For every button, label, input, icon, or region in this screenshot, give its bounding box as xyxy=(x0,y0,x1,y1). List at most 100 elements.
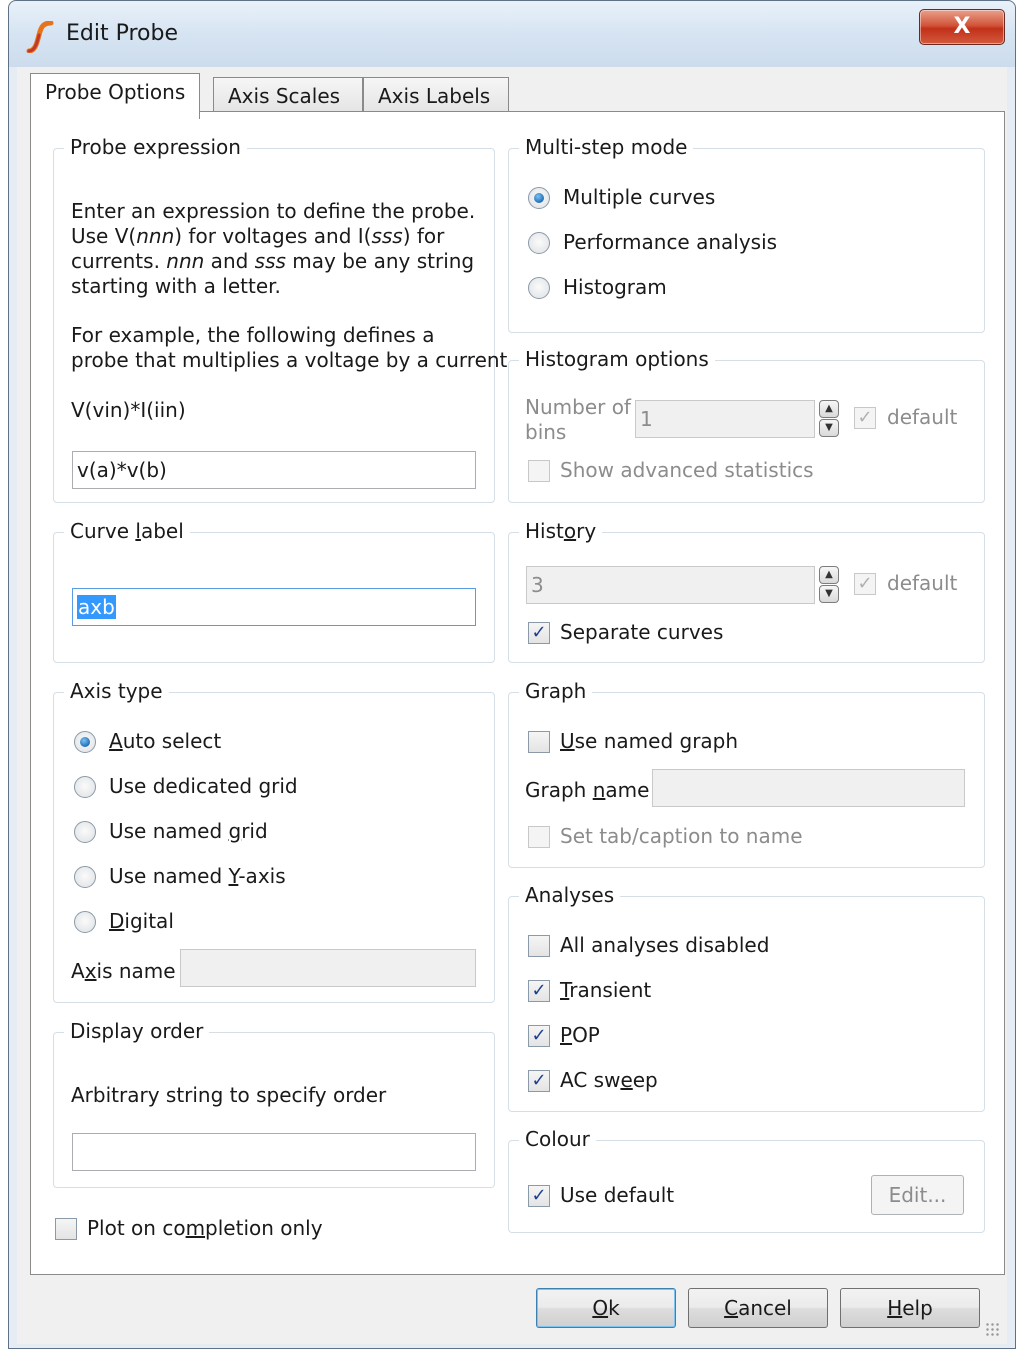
tab-axis-labels[interactable]: Axis Labels xyxy=(363,77,509,115)
probe-example-line2: probe that multiplies a voltage by a cur… xyxy=(71,348,508,372)
axis-auto-select-label: Auto select xyxy=(109,729,222,753)
history-legend: History xyxy=(519,519,603,543)
close-icon: X xyxy=(953,14,971,39)
plot-on-completion-label: Plot on completion only xyxy=(87,1216,323,1240)
simetrix-logo-icon xyxy=(26,21,54,53)
histogram-label: Histogram xyxy=(563,275,667,299)
history-input[interactable]: 3 xyxy=(526,566,815,604)
performance-analysis-label: Performance analysis xyxy=(563,230,778,254)
axis-name-label: Axis name xyxy=(71,959,176,983)
edit-colour-button[interactable]: Edit... xyxy=(871,1175,964,1215)
axis-named-grid-label: Use named grid xyxy=(109,819,268,843)
bins-spinner[interactable]: ▲ ▼ xyxy=(819,400,839,438)
axis-auto-select-radio[interactable] xyxy=(74,731,96,753)
all-analyses-disabled-label: All analyses disabled xyxy=(560,933,770,957)
tab-probe-options[interactable]: Probe Options xyxy=(30,73,201,119)
history-default-label: default xyxy=(887,571,958,595)
dialog-client: Probe Options Axis Scales Axis Labels Pr… xyxy=(17,67,1007,1344)
probe-desc-line2: Use V(nnn) for voltages and I(sss) for xyxy=(71,224,445,248)
advanced-stats-checkbox[interactable] xyxy=(528,460,550,482)
spin-up-icon[interactable]: ▲ xyxy=(819,566,839,584)
cancel-button[interactable]: Cancel xyxy=(688,1288,828,1328)
axis-digital-label: Digital xyxy=(109,909,174,933)
curve-label-legend: Curve label xyxy=(64,519,190,543)
spin-down-icon[interactable]: ▼ xyxy=(819,419,839,437)
multiple-curves-radio[interactable] xyxy=(528,187,550,209)
spin-down-icon[interactable]: ▼ xyxy=(819,585,839,603)
display-order-group: Display order Arbitrary string to specif… xyxy=(53,1019,495,1188)
histogram-options-legend: Histogram options xyxy=(519,347,715,371)
bins-default-label: default xyxy=(887,405,958,429)
use-named-graph-checkbox[interactable] xyxy=(528,731,550,753)
set-tab-caption-checkbox[interactable] xyxy=(528,826,550,848)
history-group: History 3 ▲ ▼ ✓ default ✓ Separate curve… xyxy=(508,519,985,663)
axis-dedicated-grid-label: Use dedicated grid xyxy=(109,774,298,798)
probe-desc-line1: Enter an expression to define the probe. xyxy=(71,199,476,223)
ac-sweep-label: AC sweep xyxy=(560,1068,658,1092)
graph-group: Graph Use named graph Graph name Set tab… xyxy=(508,679,985,868)
probe-example-line1: For example, the following defines a xyxy=(71,323,435,347)
graph-legend: Graph xyxy=(519,679,593,703)
bins-default-checkbox[interactable]: ✓ xyxy=(854,407,876,429)
spin-up-icon[interactable]: ▲ xyxy=(819,400,839,418)
tab-label: Axis Labels xyxy=(378,84,491,108)
graph-name-input[interactable] xyxy=(652,769,965,807)
use-default-colour-label: Use default xyxy=(560,1183,675,1207)
history-spinner[interactable]: ▲ ▼ xyxy=(819,566,839,604)
multiple-curves-label: Multiple curves xyxy=(563,185,716,209)
edit-probe-window: Edit Probe X Probe Options Axis Scales A… xyxy=(8,0,1016,1349)
transient-label: Transient xyxy=(560,978,652,1002)
plot-on-completion-checkbox[interactable] xyxy=(55,1218,77,1240)
multi-step-mode-group: Multi-step mode Multiple curves Performa… xyxy=(508,135,985,333)
title-bar[interactable]: Edit Probe X xyxy=(9,1,1015,67)
use-default-colour-checkbox[interactable]: ✓ xyxy=(528,1185,550,1207)
colour-legend: Colour xyxy=(519,1127,596,1151)
separate-curves-checkbox[interactable]: ✓ xyxy=(528,622,550,644)
graph-name-label: Graph name xyxy=(525,778,650,802)
all-analyses-disabled-checkbox[interactable] xyxy=(528,935,550,957)
analyses-legend: Analyses xyxy=(519,883,621,907)
bins-input[interactable]: 1 xyxy=(635,400,815,438)
colour-group: Colour ✓ Use default Edit... xyxy=(508,1127,985,1233)
curve-label-group: Curve label axb xyxy=(53,519,495,663)
probe-desc-line3: currents. nnn and sss may be any string xyxy=(71,249,475,273)
help-button[interactable]: Help xyxy=(840,1288,980,1328)
curve-label-input[interactable]: axb xyxy=(72,588,476,626)
axis-named-y-axis-label: Use named Y-axis xyxy=(109,864,286,888)
axis-name-input[interactable] xyxy=(180,949,476,987)
tab-axis-scales[interactable]: Axis Scales xyxy=(213,77,363,115)
multi-step-mode-legend: Multi-step mode xyxy=(519,135,694,159)
axis-dedicated-grid-radio[interactable] xyxy=(74,776,96,798)
axis-type-group: Axis type Auto select Use dedicated grid… xyxy=(53,679,495,1003)
axis-named-y-axis-radio[interactable] xyxy=(74,866,96,888)
tab-label: Probe Options xyxy=(45,80,186,104)
axis-type-legend: Axis type xyxy=(64,679,169,703)
pop-label: POP xyxy=(560,1023,600,1047)
performance-analysis-radio[interactable] xyxy=(528,232,550,254)
probe-example-expr: V(vin)*I(iin) xyxy=(71,398,186,422)
history-default-checkbox[interactable]: ✓ xyxy=(854,573,876,595)
histogram-radio[interactable] xyxy=(528,277,550,299)
probe-desc-line4: starting with a letter. xyxy=(71,274,281,298)
bins-label-line1: Number of xyxy=(525,395,631,419)
ok-button[interactable]: Ok xyxy=(536,1288,676,1328)
transient-checkbox[interactable]: ✓ xyxy=(528,980,550,1002)
pop-checkbox[interactable]: ✓ xyxy=(528,1025,550,1047)
probe-options-panel: Probe expression Enter an expression to … xyxy=(30,111,1005,1275)
axis-named-grid-radio[interactable] xyxy=(74,821,96,843)
close-button[interactable]: X xyxy=(919,9,1005,45)
display-order-input[interactable] xyxy=(72,1133,476,1171)
display-order-desc: Arbitrary string to specify order xyxy=(71,1083,387,1107)
probe-expression-legend: Probe expression xyxy=(64,135,247,159)
resize-grip-icon[interactable] xyxy=(985,1322,999,1336)
ac-sweep-checkbox[interactable]: ✓ xyxy=(528,1070,550,1092)
separate-curves-label: Separate curves xyxy=(560,620,724,644)
tab-label: Axis Scales xyxy=(228,84,341,108)
histogram-options-group: Histogram options Number of bins 1 ▲ ▼ ✓… xyxy=(508,347,985,503)
axis-digital-radio[interactable] xyxy=(74,911,96,933)
advanced-stats-label: Show advanced statistics xyxy=(560,458,814,482)
probe-expression-input[interactable]: v(a)*v(b) xyxy=(72,451,476,489)
analyses-group: Analyses All analyses disabled ✓ Transie… xyxy=(508,883,985,1112)
window-title: Edit Probe xyxy=(66,21,178,46)
display-order-legend: Display order xyxy=(64,1019,210,1043)
